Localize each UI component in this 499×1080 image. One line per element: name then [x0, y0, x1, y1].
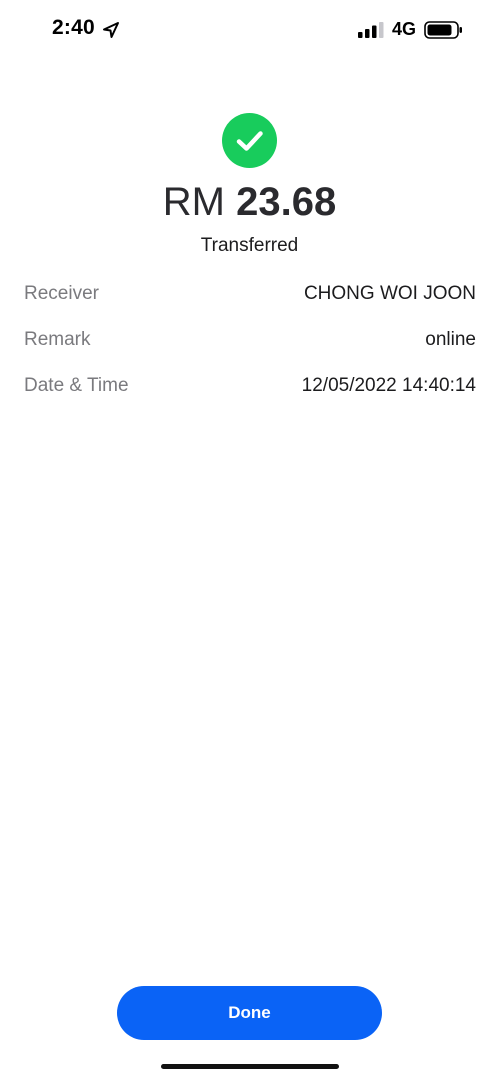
signal-icon [358, 22, 384, 38]
datetime-value: 12/05/2022 14:40:14 [301, 375, 476, 396]
remark-label: Remark [24, 329, 91, 350]
detail-row-receiver: Receiver CHONG WOI JOON [24, 283, 476, 329]
transfer-status: Transferred [200, 235, 299, 256]
transfer-details: Receiver CHONG WOI JOON Remark online Da… [24, 283, 476, 421]
detail-row-remark: Remark online [24, 329, 476, 375]
success-check-icon [222, 113, 277, 168]
receiver-value: CHONG WOI JOON [303, 283, 476, 304]
done-button[interactable]: Done [117, 986, 382, 1040]
remark-value: online [425, 329, 476, 350]
amount-value: 23.68 [236, 180, 337, 224]
status-bar: 2:40 4G [0, 0, 499, 60]
transfer-amount: RM 23.68 [0, 180, 499, 225]
datetime-label: Date & Time [24, 375, 129, 396]
battery-icon [424, 21, 462, 39]
home-indicator[interactable] [161, 1064, 339, 1069]
network-type-label: 4G [392, 19, 417, 39]
checkmark-icon [236, 131, 263, 151]
detail-row-datetime: Date & Time 12/05/2022 14:40:14 [24, 375, 476, 421]
currency-label: RM [162, 180, 225, 224]
status-time: 2:40 [52, 16, 95, 39]
location-arrow-icon [103, 22, 119, 38]
receiver-label: Receiver [24, 283, 99, 304]
